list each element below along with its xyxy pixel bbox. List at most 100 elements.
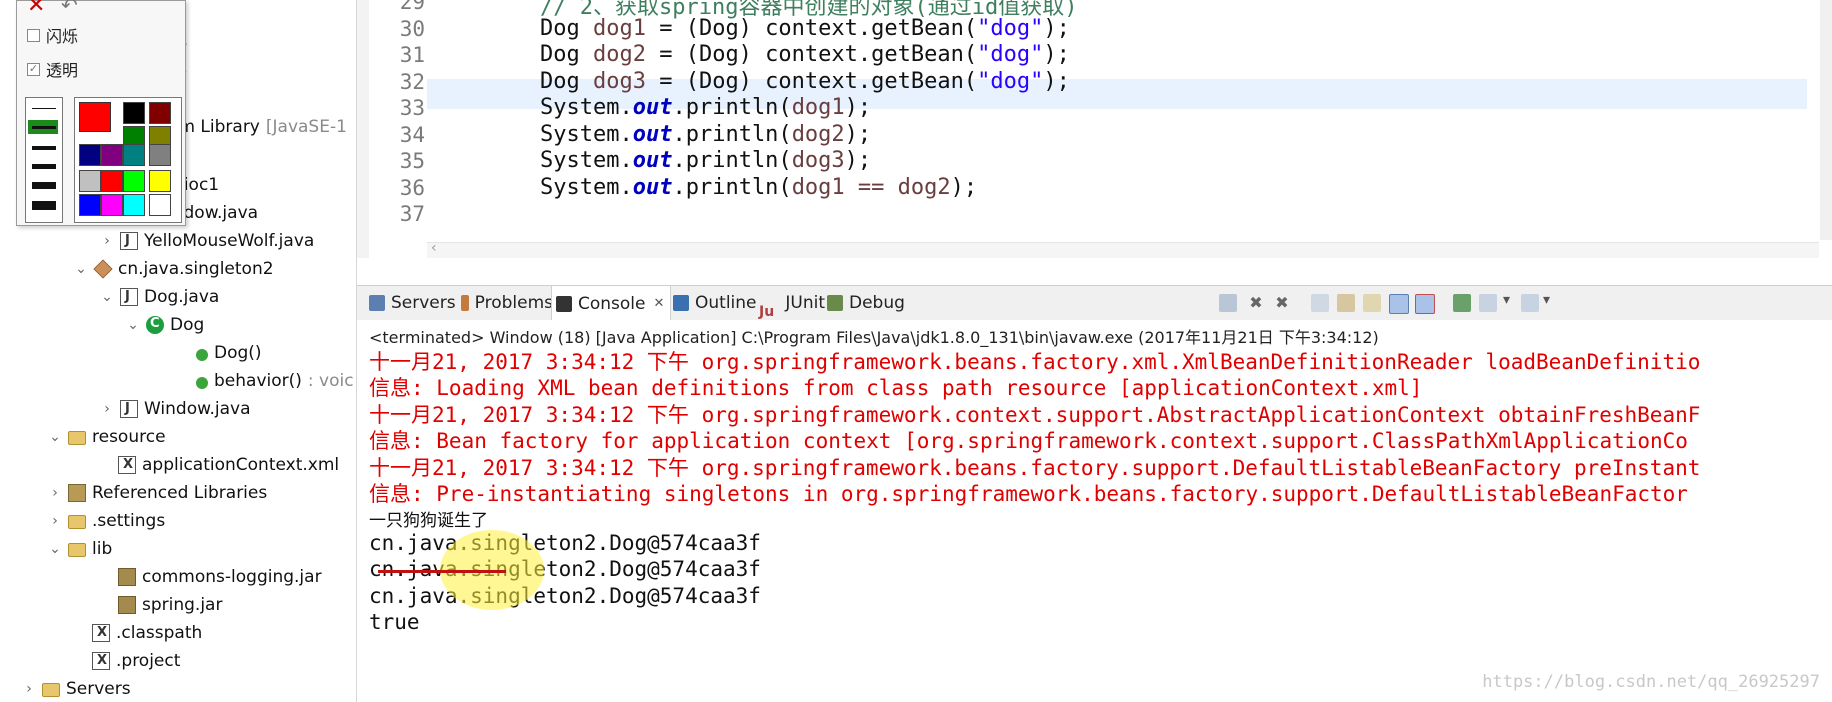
tab-debug[interactable]: Debug (823, 286, 917, 320)
transparent-checkbox[interactable]: ✓ 透明 (27, 57, 78, 81)
twisty-icon[interactable]: › (48, 508, 62, 534)
undo-icon[interactable]: ↶ (61, 0, 78, 17)
color-picker[interactable] (74, 97, 182, 223)
tree-item[interactable]: ⌄ cn.java.singleton2 (74, 256, 273, 282)
twisty-icon[interactable]: › (48, 480, 62, 506)
tab-servers[interactable]: Servers (365, 286, 459, 320)
color-swatch[interactable] (101, 144, 123, 166)
bottom-view-tabs: Servers Problems Console ✕ Outline Ju JUnit Deb… (357, 285, 1832, 321)
twisty-icon[interactable]: › (100, 396, 114, 422)
tree-item[interactable]: ⌄ Dog (126, 311, 204, 338)
servers-view-icon (369, 295, 385, 311)
color-swatch[interactable] (123, 144, 145, 166)
editor-horizontal-scrollbar[interactable]: ‹ (427, 240, 1819, 258)
console-output[interactable]: <terminated> Window (18) [Java Applicati… (357, 320, 1832, 702)
display-selected-console-icon[interactable] (1479, 294, 1497, 312)
close-x-icon[interactable]: ✕ (27, 0, 45, 18)
tree-item[interactable]: › .settings (48, 508, 165, 534)
color-swatch[interactable] (79, 194, 101, 216)
code-line[interactable]: Dog dog1 = (Dog) context.getBean("dog"); (540, 16, 1070, 41)
line-number: 29 (399, 0, 425, 14)
flash-checkbox-box[interactable] (27, 28, 40, 42)
annotation-palette: ✕ ↶ 闪烁 ✓ 透明 (16, 0, 186, 226)
twisty-icon[interactable]: ⌄ (48, 424, 62, 450)
twisty-icon[interactable]: ⌄ (100, 284, 114, 310)
code-line[interactable]: System.out.println(dog2); (540, 122, 871, 147)
line-number: 36 (399, 175, 425, 200)
transparent-checkbox-box[interactable]: ✓ (27, 62, 40, 76)
tree-item-label: lib (92, 539, 113, 559)
show-console-stderr-icon[interactable] (1415, 294, 1435, 314)
twisty-icon[interactable]: ⌄ (48, 536, 62, 562)
color-swatch[interactable] (149, 144, 171, 166)
tree-item[interactable]: Dog() (176, 340, 262, 366)
remove-all-icon[interactable]: ✖ (1273, 294, 1291, 312)
line-number: 32 (399, 69, 425, 94)
color-swatch[interactable] (149, 170, 171, 192)
tree-item[interactable]: spring.jar (98, 592, 222, 618)
code-line[interactable]: Dog dog3 = (Dog) context.getBean("dog"); (540, 69, 1070, 94)
line-width-6[interactable] (32, 201, 56, 210)
flash-checkbox[interactable]: 闪烁 (27, 23, 78, 47)
console-view-icon (556, 295, 572, 312)
tree-item[interactable]: applicationContext.xml (98, 452, 339, 478)
line-width-5[interactable] (32, 182, 56, 189)
code-line[interactable]: System.out.println(dog1 == dog2); (540, 175, 977, 200)
twisty-icon[interactable]: ⌄ (126, 312, 140, 338)
chevron-down-icon-2[interactable]: ▾ (1543, 292, 1550, 308)
tree-item[interactable]: ⌄ Dog.java (100, 284, 219, 310)
color-swatch[interactable] (101, 194, 123, 216)
tree-item[interactable]: ⌄ resource (48, 424, 165, 450)
twisty-icon[interactable]: ⌄ (74, 256, 88, 282)
word-wrap-icon[interactable] (1363, 294, 1381, 312)
console-status: <terminated> Window (18) [Java Applicati… (369, 328, 1379, 347)
twisty-icon[interactable]: › (100, 228, 114, 254)
clear-console-icon[interactable] (1311, 294, 1329, 312)
code-line[interactable]: System.out.println(dog3); (540, 148, 871, 173)
pin-console-icon[interactable] (1453, 294, 1471, 312)
remove-launch-icon[interactable]: ✖ (1247, 294, 1265, 312)
tree-item[interactable]: .project (72, 648, 180, 674)
tree-item[interactable]: .classpath (72, 620, 202, 646)
tab-problems[interactable]: Problems (457, 286, 553, 320)
scroll-lock-icon[interactable] (1337, 294, 1355, 312)
tree-item[interactable]: › Servers (22, 676, 130, 702)
color-swatch[interactable] (123, 194, 145, 216)
tree-item[interactable]: commons-logging.jar (98, 564, 322, 590)
close-tab-icon[interactable]: ✕ (654, 287, 665, 321)
color-swatch[interactable] (123, 102, 145, 124)
tree-item[interactable]: › Window.java (100, 396, 250, 422)
code-line[interactable]: System.out.println(dog1); (540, 95, 871, 120)
tab-outline[interactable]: Outline (669, 286, 757, 320)
editor-vertical-scrollbar[interactable] (1820, 0, 1832, 240)
tab-label: Console (578, 293, 646, 314)
terminate-icon[interactable] (1219, 294, 1237, 312)
color-swatch[interactable] (79, 144, 101, 166)
color-swatch[interactable] (149, 194, 171, 216)
tree-item[interactable]: behavior(): voic (176, 368, 354, 394)
color-swatch[interactable] (149, 102, 171, 124)
tree-item[interactable]: ⌄ lib (48, 536, 112, 562)
tree-item[interactable]: › YelloMouseWolf.java (100, 228, 314, 254)
color-swatch[interactable] (123, 170, 145, 192)
tree-item[interactable]: › Referenced Libraries (48, 480, 267, 506)
tab-junit[interactable]: Ju JUnit (755, 286, 825, 320)
open-console-icon[interactable] (1521, 294, 1539, 312)
tab-console[interactable]: Console ✕ (551, 286, 671, 321)
outline-view-icon (673, 295, 689, 311)
line-width-2[interactable] (32, 126, 56, 129)
line-width-1[interactable] (32, 108, 56, 109)
chevron-down-icon[interactable]: ▾ (1503, 292, 1510, 308)
code-editor[interactable]: 29// 2、获取spring容器中创建的对象(通过id值获取) 30 Dog do… (357, 0, 1832, 258)
color-swatch[interactable] (101, 170, 123, 192)
twisty-icon[interactable]: › (22, 676, 36, 702)
color-swatch[interactable] (79, 170, 101, 192)
line-width-picker[interactable] (25, 97, 63, 223)
show-console-stdout-icon[interactable] (1389, 294, 1409, 314)
junit-view-icon: Ju (759, 304, 775, 320)
line-width-3[interactable] (32, 146, 56, 150)
line-width-4[interactable] (32, 164, 56, 169)
scroll-left-arrow-icon[interactable]: ‹ (431, 240, 437, 256)
code-line[interactable]: Dog dog2 = (Dog) context.getBean("dog"); (540, 42, 1070, 67)
package-icon (93, 259, 113, 279)
